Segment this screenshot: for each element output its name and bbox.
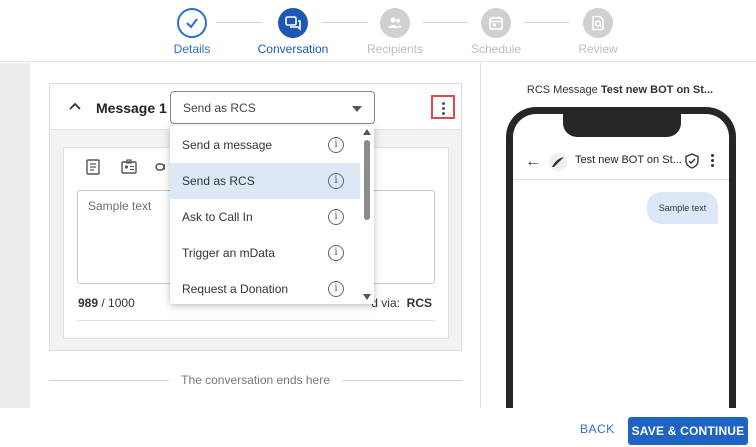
message-title: Message 1 — [96, 100, 167, 116]
scroll-down-icon[interactable] — [363, 294, 371, 300]
send-via-prefix: d via: — [371, 296, 400, 310]
character-count: 989 / 1000 — [78, 296, 135, 310]
link-icon[interactable] — [155, 158, 165, 176]
dropdown-option-mdata[interactable]: Trigger an mData i — [170, 235, 360, 271]
info-icon[interactable]: i — [328, 137, 344, 153]
step-conversation[interactable]: Conversation — [248, 8, 338, 56]
bot-avatar — [549, 153, 567, 171]
dropdown-option-send-message[interactable]: Send a message i — [170, 127, 360, 163]
conversation-end-divider: The conversation ends here — [49, 372, 462, 388]
option-label: Request a Donation — [182, 282, 289, 296]
scroll-up-icon[interactable] — [363, 129, 371, 135]
divider — [77, 320, 435, 321]
option-label: Send as RCS — [182, 174, 255, 188]
check-icon — [177, 8, 207, 38]
message-bubble: Sample text — [647, 192, 718, 224]
channel-dropdown-menu: Send a message i Send as RCS i Ask to Ca… — [170, 126, 374, 304]
dropdown-scrollbar[interactable] — [360, 126, 374, 304]
more-vert-icon — [711, 154, 715, 169]
caret-down-icon — [352, 106, 362, 112]
template-icon[interactable] — [84, 158, 102, 176]
option-label: Send a message — [182, 138, 273, 152]
char-used: 989 — [78, 296, 99, 310]
dropdown-option-call-in[interactable]: Ask to Call In i — [170, 199, 360, 235]
step-label: Conversation — [257, 42, 329, 56]
send-via-label: d via: RCS — [371, 296, 432, 310]
chat-icon — [278, 8, 308, 38]
char-limit: / 1000 — [101, 296, 135, 310]
dropdown-option-donation[interactable]: Request a Donation i — [170, 271, 360, 304]
progress-stepper: Details Conversation Recipients Schedule… — [0, 0, 756, 62]
step-label: Recipients — [366, 42, 424, 56]
phone-notch — [563, 112, 681, 137]
calendar-icon — [481, 8, 511, 38]
option-label: Ask to Call In — [182, 210, 253, 224]
step-label: Details — [173, 42, 211, 56]
left-gutter — [0, 63, 30, 447]
step-label: Review — [578, 42, 618, 56]
review-icon — [583, 8, 613, 38]
info-icon[interactable]: i — [328, 173, 344, 189]
back-button[interactable]: BACK — [580, 422, 615, 436]
info-icon[interactable]: i — [328, 209, 344, 225]
phone-chat-header: ← Test new BOT on St... — [513, 144, 729, 180]
channel-select[interactable]: Send as RCS — [170, 91, 375, 124]
message-header: Message 1 Send as RCS — [50, 84, 461, 130]
group-icon — [380, 8, 410, 38]
arrow-left-icon: ← — [525, 153, 541, 170]
step-label: Schedule — [470, 42, 522, 56]
preview-bot-name: Test new BOT on St... — [600, 84, 714, 96]
bot-name: Test new BOT on St... — [575, 154, 682, 166]
step-schedule[interactable]: Schedule — [451, 8, 541, 56]
preview-title: RCS Message Test new BOT on St... — [490, 84, 750, 96]
step-details[interactable]: Details — [147, 8, 237, 56]
phone-preview: ← Test new BOT on St... Sample text — [506, 107, 736, 427]
chevron-up-icon[interactable] — [66, 98, 84, 116]
step-recipients[interactable]: Recipients — [350, 8, 440, 56]
option-label: Trigger an mData — [182, 246, 275, 260]
save-continue-button[interactable]: SAVE & CONTINUE — [628, 417, 748, 445]
contact-card-icon[interactable] — [120, 158, 138, 176]
scrollbar-thumb[interactable] — [364, 140, 370, 220]
step-review[interactable]: Review — [553, 8, 643, 56]
footer-bar: BACK SAVE & CONTINUE — [0, 408, 756, 447]
verified-shield-icon — [683, 152, 701, 170]
channel-select-value: Send as RCS — [183, 101, 256, 115]
panel-divider — [480, 63, 481, 408]
more-options-icon[interactable] — [431, 95, 455, 119]
conversation-end-text: The conversation ends here — [181, 373, 330, 387]
send-via-value: RCS — [406, 296, 432, 310]
info-icon[interactable]: i — [328, 245, 344, 261]
dropdown-option-send-rcs[interactable]: Send as RCS i — [170, 163, 360, 199]
preview-prefix: RCS Message — [526, 84, 598, 96]
info-icon[interactable]: i — [328, 281, 344, 297]
textarea-placeholder: Sample text — [88, 199, 152, 213]
